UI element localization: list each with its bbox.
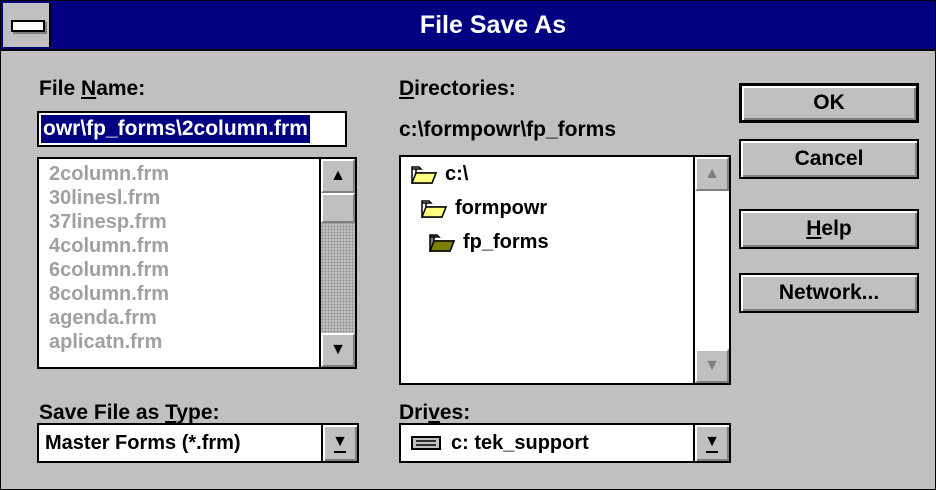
- list-item[interactable]: 30linesl.frm: [49, 187, 160, 210]
- save-type-value: Master Forms (*.frm): [45, 432, 241, 454]
- folder-open-icon: [429, 233, 455, 252]
- list-item[interactable]: 6column.frm: [49, 259, 169, 282]
- file-name-label: File Name:: [39, 77, 146, 100]
- current-directory-path: c:\formpowr\fp_forms: [399, 118, 617, 141]
- drives-value: c: tek_support: [407, 425, 589, 461]
- network-button[interactable]: Network...: [739, 273, 919, 313]
- save-type-select[interactable]: Master Forms (*.frm) ▼: [37, 423, 359, 463]
- dropdown-arrow-icon[interactable]: ▼: [321, 425, 357, 461]
- directory-item[interactable]: c:\: [411, 163, 468, 186]
- save-type-label: Save File as Type:: [39, 401, 220, 424]
- list-item[interactable]: 8column.frm: [49, 283, 169, 306]
- cancel-button[interactable]: Cancel: [739, 139, 919, 179]
- list-item[interactable]: agenda.frm: [49, 307, 157, 330]
- folder-open-icon: [421, 199, 447, 218]
- drive-icon: [411, 436, 441, 450]
- directories-label: Directories:: [399, 77, 516, 100]
- help-button[interactable]: Help: [739, 209, 919, 249]
- directory-item[interactable]: formpowr: [421, 197, 547, 220]
- system-menu-icon[interactable]: [3, 3, 51, 47]
- list-item[interactable]: 2column.frm: [49, 163, 169, 186]
- scroll-down-arrow-icon[interactable]: ▼: [321, 333, 355, 367]
- directory-item[interactable]: fp_forms: [429, 231, 549, 254]
- dropdown-arrow-icon[interactable]: ▼: [693, 425, 729, 461]
- file-name-value[interactable]: owr\fp_forms\2column.frm: [41, 115, 310, 143]
- scroll-thumb[interactable]: [321, 193, 355, 223]
- ok-button[interactable]: OK: [739, 83, 919, 123]
- directory-tree[interactable]: c:\ formpowr fp_forms ▲ ▼: [399, 155, 731, 385]
- scroll-up-arrow-icon[interactable]: ▲: [321, 159, 355, 193]
- window-title: File Save As: [419, 11, 567, 39]
- list-item[interactable]: 4column.frm: [49, 235, 169, 258]
- drives-select[interactable]: c: tek_support ▼: [399, 423, 731, 463]
- title-bar: File Save As: [1, 1, 935, 51]
- file-list-scrollbar[interactable]: ▲ ▼: [319, 159, 355, 367]
- scroll-up-arrow-icon[interactable]: ▲: [695, 157, 729, 191]
- list-item[interactable]: aplicatn.frm: [49, 331, 162, 354]
- file-name-input[interactable]: owr\fp_forms\2column.frm: [37, 111, 347, 147]
- directory-scrollbar[interactable]: ▲ ▼: [693, 157, 729, 383]
- scroll-down-arrow-icon[interactable]: ▼: [695, 349, 729, 383]
- file-save-as-dialog: File Save As File Name: owr\fp_forms\2co…: [0, 0, 936, 490]
- list-item[interactable]: 37linesp.frm: [49, 211, 167, 234]
- drives-label: Drives:: [399, 401, 471, 424]
- folder-open-icon: [411, 165, 437, 184]
- file-list[interactable]: 2column.frm 30linesl.frm 37linesp.frm 4c…: [37, 157, 357, 369]
